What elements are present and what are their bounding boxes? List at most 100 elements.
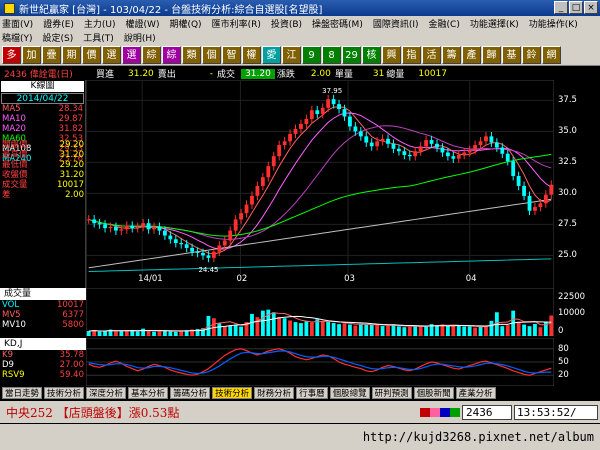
analysis-tab[interactable]: 基本分析: [128, 387, 169, 399]
minimize-button[interactable]: _: [554, 1, 568, 14]
toolbar-button[interactable]: 多: [2, 45, 21, 64]
maximize-button[interactable]: □: [569, 1, 583, 14]
stock-name[interactable]: 2436 偉詮電(日): [4, 67, 96, 80]
volume-bar: [331, 322, 336, 336]
analysis-tab[interactable]: 個股總覽: [329, 387, 370, 399]
volume-bar: [119, 330, 124, 336]
analysis-tab[interactable]: 技術分析: [212, 387, 253, 399]
candle-body: [124, 225, 129, 230]
toolbar-button[interactable]: 綜: [162, 45, 181, 64]
menu-item[interactable]: 工具(T): [83, 31, 114, 44]
candle-body: [424, 140, 429, 147]
candle-body: [549, 184, 554, 195]
menu-item[interactable]: 權證(W): [126, 17, 160, 30]
toolbar-button[interactable]: 8: [322, 45, 341, 64]
toolbar-button[interactable]: 網: [542, 45, 561, 64]
toolbar-button[interactable]: 綜: [142, 45, 161, 64]
volume-bar: [250, 313, 254, 336]
toolbar-button[interactable]: 愛: [262, 45, 281, 64]
price-label: 差: [2, 190, 11, 200]
toolbar-button[interactable]: 鈴: [522, 45, 541, 64]
analysis-tab[interactable]: 研判預測: [371, 387, 412, 399]
kd-axis: 80 50 20: [554, 338, 600, 386]
menu-item[interactable]: 功能操作(K): [529, 17, 578, 30]
toolbar-button[interactable]: 選: [102, 45, 121, 64]
price-row: 開盤價 29.20: [0, 140, 86, 150]
toolbar-button[interactable]: 期: [62, 45, 81, 64]
candle-body: [103, 224, 107, 229]
toolbar-button[interactable]: 疊: [42, 45, 61, 64]
toolbar-button[interactable]: 核: [362, 45, 381, 64]
volume-bar: [152, 331, 156, 336]
menu-item[interactable]: 證券(E): [43, 17, 74, 30]
menu-item[interactable]: 主力(U): [84, 17, 116, 30]
menu-item[interactable]: 畫面(V): [2, 17, 33, 30]
menu-item[interactable]: 功能選擇(K): [470, 17, 519, 30]
volume-header[interactable]: 成交量: [0, 288, 86, 300]
menu-item[interactable]: 期權(Q): [169, 17, 201, 30]
menu-bar: 畫面(V) 證券(E) 主力(U) 權證(W) 期權(Q) 匯市利率(R) 投資(B) 操盤密…: [0, 16, 600, 44]
kd-chart[interactable]: [86, 338, 554, 386]
candle-body: [222, 240, 227, 246]
menu-item[interactable]: 稿檔(Y): [2, 31, 33, 44]
toolbar-button[interactable]: 加: [22, 45, 41, 64]
kline-header[interactable]: K線圖: [1, 81, 84, 92]
candle-body: [494, 142, 499, 148]
menu-item[interactable]: 投資(B): [271, 17, 302, 30]
analysis-tab[interactable]: 當日走勢: [2, 387, 43, 399]
toolbar-button[interactable]: 歸: [482, 45, 501, 64]
toolbar-button[interactable]: 類: [182, 45, 201, 64]
volume-bar: [462, 326, 467, 336]
toolbar-button[interactable]: 產: [462, 45, 481, 64]
candle-body: [407, 154, 412, 157]
price-summary: 開盤價 29.20 最高價 31.20 最低價 29.20 收盤價 31.20 成交量 10017…: [0, 140, 86, 200]
menu-item[interactable]: 金融(C): [429, 17, 460, 30]
date-tick-label: 14/01: [138, 274, 163, 284]
menu-item[interactable]: 操盤密碼(M): [312, 17, 363, 30]
volume-bar: [445, 325, 450, 336]
candle-body: [173, 239, 178, 243]
candlestick-chart[interactable]: 37.9524.45: [86, 80, 554, 290]
toolbar-button[interactable]: 29: [342, 45, 361, 64]
price-axis: 37.5 35.0 32.5 30.0 27.5 25.0: [554, 80, 600, 290]
menu-item[interactable]: 設定(S): [43, 31, 74, 44]
close-button[interactable]: ×: [584, 1, 598, 14]
candle-body: [190, 247, 195, 252]
toolbar-button[interactable]: 價: [82, 45, 101, 64]
analysis-tab[interactable]: 深度分析: [86, 387, 127, 399]
single-volume-value: 31: [372, 68, 385, 79]
toolbar-button[interactable]: 個: [202, 45, 221, 64]
kd-legend: K9 35.78 D9 27.00 RSV9 59.40: [0, 350, 86, 380]
volume-chart[interactable]: [86, 288, 554, 336]
news-ticker[interactable]: 中央252 【店頭盤後】漲0.53點: [6, 404, 179, 421]
menu-item[interactable]: 國際資訊(I): [373, 17, 419, 30]
toolbar-button[interactable]: 江: [282, 45, 301, 64]
toolbar-button[interactable]: 權: [242, 45, 261, 64]
stock-code-input[interactable]: 2436: [462, 405, 512, 420]
analysis-tab[interactable]: 財務分析: [254, 387, 295, 399]
toolbar-button[interactable]: 興: [382, 45, 401, 64]
toolbar-button[interactable]: 9: [302, 45, 321, 64]
analysis-tab[interactable]: 行事曆: [296, 387, 328, 399]
toolbar-button[interactable]: 基: [502, 45, 521, 64]
candle-body: [353, 126, 358, 132]
toolbar-button[interactable]: 智: [222, 45, 241, 64]
analysis-tab[interactable]: 技術分析: [44, 387, 85, 399]
toolbar-button[interactable]: 選: [122, 45, 141, 64]
volume-bar: [413, 325, 418, 336]
volume-bar: [353, 325, 358, 336]
menu-item[interactable]: 說明(H): [124, 31, 156, 44]
candle-body: [397, 148, 401, 152]
toolbar-button[interactable]: 活: [422, 45, 441, 64]
analysis-tab[interactable]: 籌碼分析: [170, 387, 211, 399]
toolbar-button[interactable]: 指: [402, 45, 421, 64]
kd-legend-label: RSV9: [2, 370, 25, 380]
kd-header[interactable]: KD,J: [0, 338, 86, 350]
volume-bar: [163, 330, 167, 336]
candle-body: [435, 143, 439, 148]
chart-background: [86, 80, 554, 290]
menu-item[interactable]: 匯市利率(R): [212, 17, 261, 30]
analysis-tab[interactable]: 個股新聞: [413, 387, 454, 399]
toolbar-button[interactable]: 籌: [442, 45, 461, 64]
analysis-tab[interactable]: 產業分析: [455, 387, 496, 399]
